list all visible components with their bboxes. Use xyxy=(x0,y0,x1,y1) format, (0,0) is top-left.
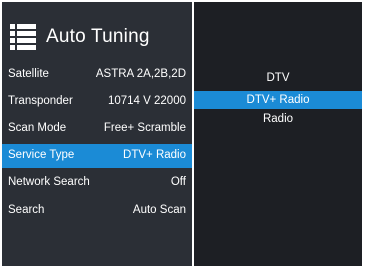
setting-row-transponder[interactable]: Transponder 10714 V 22000 xyxy=(2,90,192,114)
setting-value: Free+ Scramble xyxy=(103,122,186,134)
setting-label: Service Type xyxy=(8,149,75,161)
setting-value: ASTRA 2A,2B,2D xyxy=(95,68,186,80)
setting-label: Network Search xyxy=(8,176,90,188)
setting-row-satellite[interactable]: Satellite ASTRA 2A,2B,2D xyxy=(2,63,192,87)
setting-value: 10714 V 22000 xyxy=(107,95,186,107)
setting-value: Off xyxy=(170,176,186,188)
auto-tuning-screen: Auto Tuning Satellite ASTRA 2A,2B,2D Tra… xyxy=(0,0,365,271)
settings-panel: Auto Tuning Satellite ASTRA 2A,2B,2D Tra… xyxy=(2,2,192,266)
option-radio[interactable]: Radio xyxy=(194,110,362,128)
setting-label: Satellite xyxy=(8,68,49,80)
setting-row-scan-mode[interactable]: Scan Mode Free+ Scramble xyxy=(2,117,192,141)
option-dtv-radio[interactable]: DTV+ Radio xyxy=(194,91,362,109)
setting-value: DTV+ Radio xyxy=(123,149,186,161)
page-title: Auto Tuning xyxy=(46,26,150,47)
setting-label: Scan Mode xyxy=(8,122,67,134)
setting-label: Transponder xyxy=(8,95,73,107)
list-menu-icon xyxy=(10,24,36,50)
setting-label: Search xyxy=(8,204,45,216)
service-type-dropdown: DTV DTV+ Radio Radio xyxy=(194,2,362,266)
option-dtv[interactable]: DTV xyxy=(194,69,362,87)
setting-row-network-search[interactable]: Network Search Off xyxy=(2,171,192,195)
setting-row-search[interactable]: Search Auto Scan xyxy=(2,199,192,223)
setting-value: Auto Scan xyxy=(132,204,186,216)
setting-row-service-type[interactable]: Service Type DTV+ Radio xyxy=(2,144,192,168)
header: Auto Tuning xyxy=(2,2,192,58)
